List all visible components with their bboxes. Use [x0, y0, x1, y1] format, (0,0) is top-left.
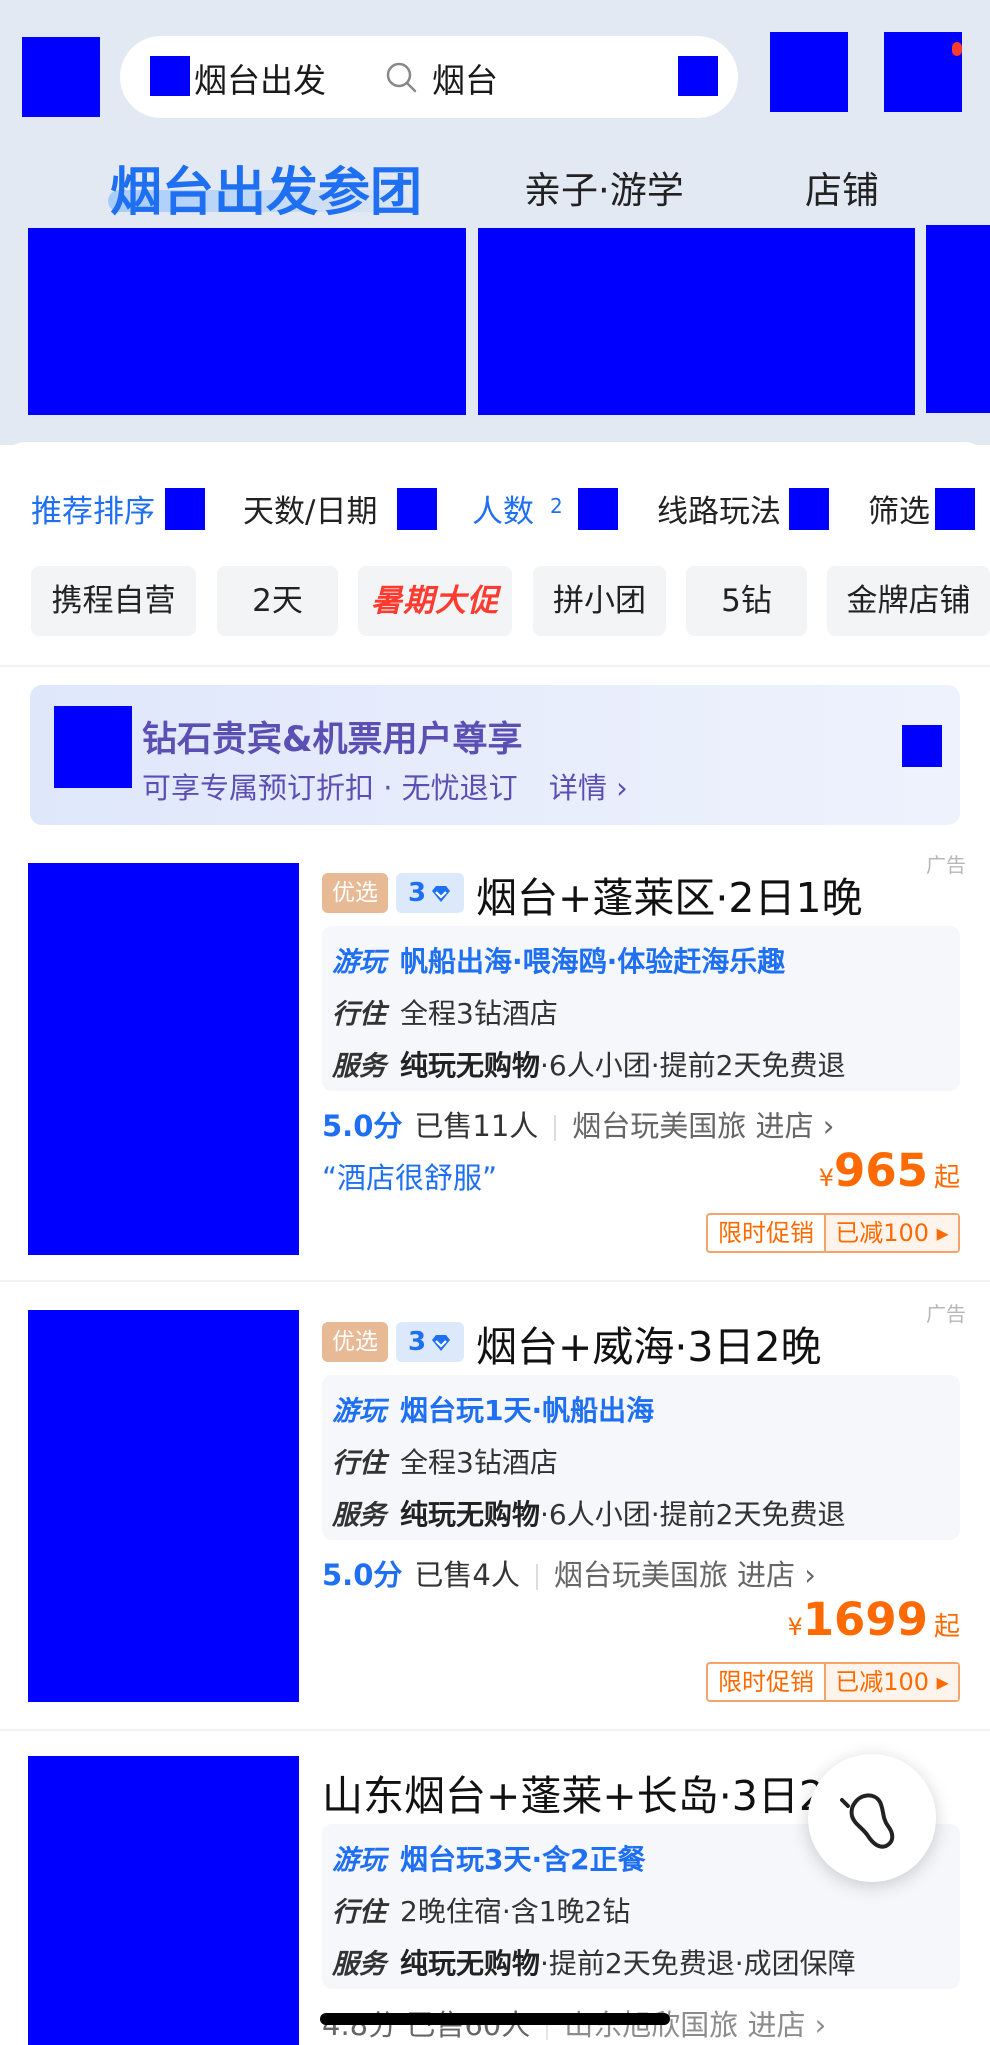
- diamond-icon: [432, 1334, 451, 1351]
- rating-score: 5.0分: [322, 1558, 403, 1592]
- service-key: 服务: [332, 1949, 386, 1980]
- promo-banner-3[interactable]: [926, 225, 990, 413]
- product-image[interactable]: [28, 863, 299, 1255]
- days-date-filter[interactable]: 天数/日期: [243, 486, 377, 531]
- route-filter[interactable]: 线路玩法: [657, 486, 781, 531]
- chip-2-days[interactable]: 2天: [217, 566, 338, 636]
- filter-icon: [935, 488, 975, 530]
- people-dropdown-icon: [578, 488, 618, 530]
- chip-small-group[interactable]: 拼小团: [533, 566, 666, 636]
- route-dropdown-icon: [789, 488, 829, 530]
- ad-label: 广告: [926, 853, 966, 877]
- product-title[interactable]: 烟台+蓬莱区·2日1晚: [476, 864, 863, 924]
- product-highlights: 游玩 烟台玩1天·帆船出海 行住 全程3钻酒店 服务 纯玩无购物·6人小团·提前2天免…: [322, 1375, 960, 1540]
- divider: [0, 1280, 990, 1282]
- review-quote: “酒店很舒服”: [322, 1161, 498, 1195]
- play-line: 游玩 烟台玩1天·帆船出海: [332, 1394, 655, 1427]
- product-image[interactable]: [28, 1756, 299, 2045]
- chip-summer-sale[interactable]: 暑期大促: [358, 566, 512, 636]
- product-meta: 5.0分 已售4人 烟台玩美国旅 进店 ›: [322, 1552, 816, 1594]
- member-benefit-banner[interactable]: 钻石贵宾&机票用户尊享 可享专属预订折扣 · 无忧退订 详情 ›: [30, 685, 960, 825]
- play-key: 游玩: [332, 947, 386, 978]
- sort-dropdown-icon: [165, 488, 205, 530]
- footprint-icon: [840, 1793, 895, 1849]
- location-icon: [150, 56, 190, 96]
- play-key: 游玩: [332, 1845, 386, 1876]
- store-link[interactable]: 烟台玩美国旅 进店 ›: [554, 1558, 816, 1592]
- sort-filter[interactable]: 推荐排序: [31, 486, 155, 531]
- tab-family-study[interactable]: 亲子·游学: [524, 160, 684, 214]
- clear-search-button[interactable]: [678, 56, 718, 96]
- stay-key: 行住: [332, 999, 386, 1030]
- home-indicator: [320, 2013, 670, 2025]
- chip-gold-store[interactable]: 金牌店铺: [827, 566, 990, 636]
- product-meta: 5.0分 已售11人 烟台玩美国旅 进店 ›: [322, 1103, 834, 1145]
- product-price: ¥965 起: [818, 1144, 960, 1197]
- product-price: ¥1699 起: [787, 1593, 960, 1646]
- chip-5-diamond[interactable]: 5钻: [686, 566, 807, 636]
- header-action-button-1[interactable]: [770, 32, 848, 112]
- stay-line: 行住 2晚住宿·含1晚2钻: [332, 1895, 631, 1928]
- play-line: 游玩 烟台玩3天·含2正餐: [332, 1843, 646, 1876]
- departure-city[interactable]: 烟台出发: [194, 54, 326, 102]
- stay-key: 行住: [332, 1897, 386, 1928]
- member-banner-subtitle: 可享专属预订折扣 · 无忧退订 详情 ›: [142, 771, 628, 805]
- service-line: 服务 纯玩无购物·提前2天免费退·成团保障: [332, 1947, 856, 1980]
- floating-footprint-button[interactable]: [808, 1754, 936, 1882]
- stay-line: 行住 全程3钻酒店: [332, 997, 558, 1030]
- rating-score: 5.0分: [322, 1109, 403, 1143]
- diamond-member-icon: [54, 706, 132, 788]
- people-filter[interactable]: 人数: [472, 486, 534, 531]
- divider: [0, 665, 990, 667]
- selected-tag: 优选: [322, 1322, 388, 1362]
- tab-yantai-group-tour[interactable]: 烟台出发参团: [110, 150, 422, 225]
- store-link[interactable]: 烟台玩美国旅 进店 ›: [572, 1109, 834, 1143]
- promo-banner-2[interactable]: [478, 228, 915, 415]
- selected-tag: 优选: [322, 873, 388, 913]
- header-action-button-2[interactable]: [884, 32, 962, 112]
- notification-dot: [952, 42, 962, 56]
- product-title[interactable]: 烟台+威海·3日2晚: [476, 1313, 822, 1373]
- promo-tag[interactable]: 限时促销 已减100 ▸: [706, 1213, 960, 1253]
- sold-count: 已售4人: [414, 1558, 520, 1592]
- play-key: 游玩: [332, 1396, 386, 1427]
- tab-store[interactable]: 店铺: [805, 160, 879, 214]
- service-line: 服务 纯玩无购物·6人小团·提前2天免费退: [332, 1498, 846, 1531]
- product-highlights: 游玩 帆船出海·喂海鸥·体验赶海乐趣 行住 全程3钻酒店 服务 纯玩无购物·6人小团·…: [322, 926, 960, 1091]
- diamond-rating-badge: 3: [396, 1322, 464, 1362]
- people-count: 2: [550, 494, 563, 518]
- member-details-link[interactable]: 详情 ›: [549, 771, 628, 805]
- search-bar[interactable]: 烟台出发 烟台: [120, 36, 738, 118]
- service-line: 服务 纯玩无购物·6人小团·提前2天免费退: [332, 1049, 846, 1082]
- sold-count: 已售11人: [414, 1109, 539, 1143]
- promo-banner-1[interactable]: [28, 228, 466, 415]
- back-button[interactable]: [22, 37, 100, 117]
- service-key: 服务: [332, 1051, 386, 1082]
- days-date-dropdown-icon: [397, 488, 437, 530]
- stay-line: 行住 全程3钻酒店: [332, 1446, 558, 1479]
- promo-tag[interactable]: 限时促销 已减100 ▸: [706, 1662, 960, 1702]
- search-icon: [386, 62, 417, 93]
- stay-key: 行住: [332, 1448, 386, 1479]
- divider: [0, 1729, 990, 1731]
- search-input[interactable]: 烟台: [432, 54, 498, 102]
- member-banner-title: 钻石贵宾&机票用户尊享: [142, 720, 523, 760]
- chip-ctrip-self-operated[interactable]: 携程自营: [31, 566, 196, 636]
- member-banner-badge: [902, 725, 942, 767]
- diamond-rating-badge: 3: [396, 873, 464, 913]
- diamond-icon: [432, 885, 451, 902]
- play-line: 游玩 帆船出海·喂海鸥·体验赶海乐趣: [332, 945, 786, 978]
- ad-label: 广告: [926, 1302, 966, 1326]
- service-key: 服务: [332, 1500, 386, 1531]
- product-image[interactable]: [28, 1310, 299, 1702]
- more-filter[interactable]: 筛选: [868, 486, 930, 531]
- product-title[interactable]: 山东烟台+蓬莱+长岛·3日2: [322, 1762, 825, 1822]
